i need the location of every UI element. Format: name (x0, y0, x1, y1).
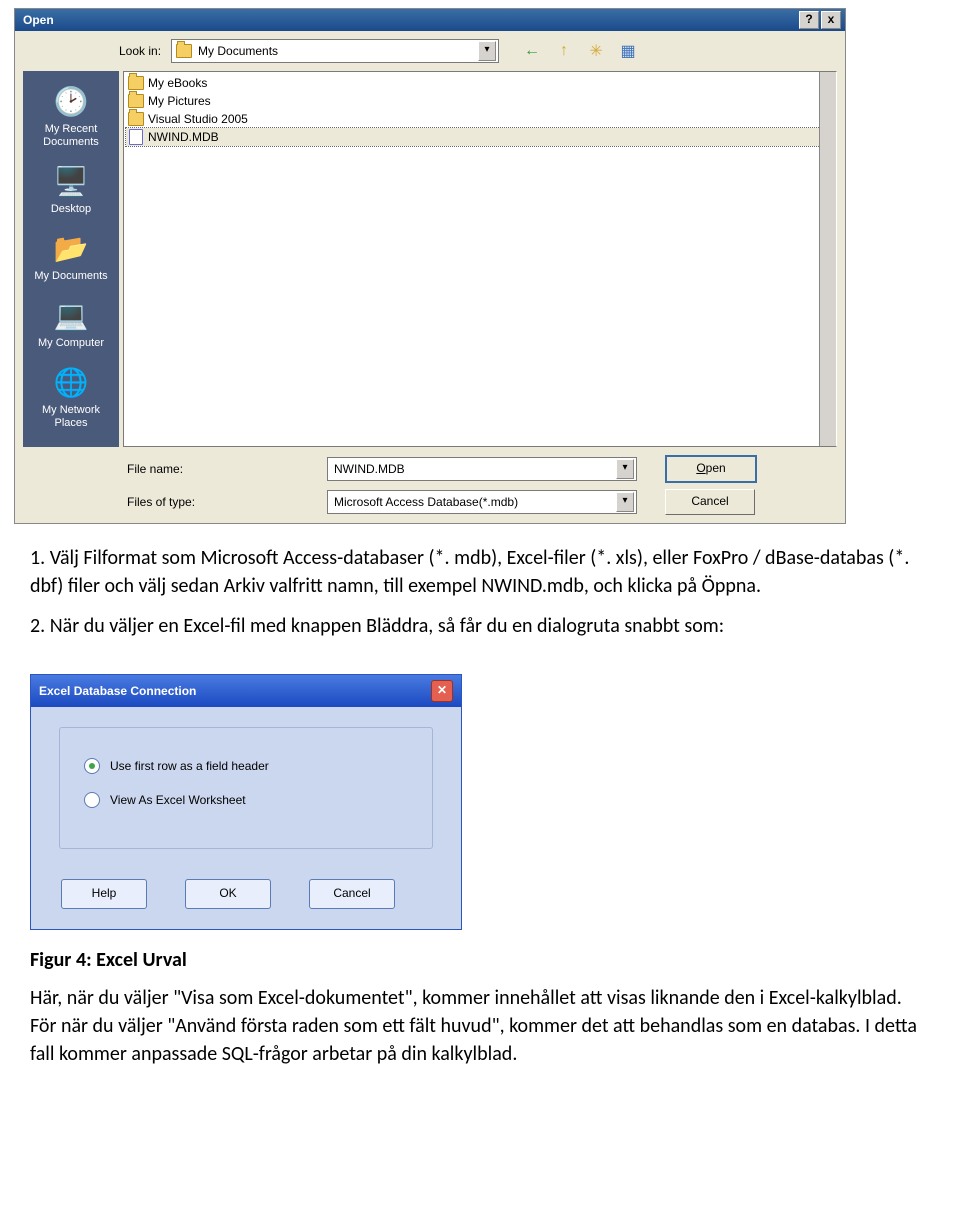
radio-first-row-header[interactable]: Use first row as a field header (84, 758, 408, 774)
titlebar: Excel Database Connection ✕ (31, 675, 461, 707)
recent-icon: 🕑 (51, 83, 91, 119)
close-button[interactable]: x (821, 11, 841, 29)
back-icon[interactable]: ← (521, 40, 543, 62)
radio-dot-icon (84, 792, 100, 808)
file-list[interactable]: My eBooks My Pictures Visual Studio 2005… (123, 71, 837, 447)
titlebar: Open ? x (15, 9, 845, 31)
dialog-title: Open (23, 13, 54, 27)
figure-caption: Figur 4: Excel Urval (30, 946, 930, 974)
documents-icon: 📂 (51, 230, 91, 266)
chevron-down-icon[interactable]: ▾ (478, 41, 496, 61)
excel-db-connection-dialog: Excel Database Connection ✕ Use first ro… (30, 674, 462, 930)
document-body: Figur 4: Excel Urval Här, när du väljer … (0, 946, 960, 1098)
list-item[interactable]: Visual Studio 2005 (126, 110, 834, 128)
radio-dot-icon (84, 758, 100, 774)
place-desktop[interactable]: 🖥️ Desktop (24, 157, 118, 222)
network-icon: 🌐 (51, 364, 91, 400)
list-item-selected[interactable]: NWIND.MDB (126, 128, 834, 146)
radio-label: View As Excel Worksheet (110, 793, 246, 807)
place-label: My Computer (26, 337, 116, 350)
chevron-down-icon[interactable]: ▾ (616, 459, 634, 479)
option-group: Use first row as a field header View As … (59, 727, 433, 849)
cancel-button[interactable]: Cancel (665, 489, 755, 515)
file-name: NWIND.MDB (148, 130, 219, 144)
place-recent[interactable]: 🕑 My Recent Documents (24, 77, 118, 155)
paragraph: 1. Välj Filformat som Microsoft Access-d… (30, 544, 930, 600)
desktop-icon: 🖥️ (51, 163, 91, 199)
look-in-combo[interactable]: My Documents ▾ (171, 39, 499, 63)
folder-icon (128, 111, 144, 127)
place-label: My Recent Documents (26, 123, 116, 149)
radio-view-as-worksheet[interactable]: View As Excel Worksheet (84, 792, 408, 808)
file-name-combo[interactable]: NWIND.MDB ▾ (327, 457, 637, 481)
radio-label: Use first row as a field header (110, 759, 269, 773)
look-in-value: My Documents (198, 44, 278, 58)
folder-icon (128, 93, 144, 109)
folder-icon (176, 44, 192, 58)
file-name-value: NWIND.MDB (334, 462, 405, 476)
places-bar: 🕑 My Recent Documents 🖥️ Desktop 📂 My Do… (23, 71, 119, 447)
paragraph: Här, när du väljer "Visa som Excel-dokum… (30, 984, 930, 1068)
vertical-scrollbar[interactable] (819, 72, 836, 446)
document-body: 1. Välj Filformat som Microsoft Access-d… (0, 544, 960, 670)
ok-button[interactable]: OK (185, 879, 271, 909)
file-name-label: File name: (23, 462, 327, 476)
file-name: Visual Studio 2005 (148, 112, 248, 126)
list-item[interactable]: My Pictures (126, 92, 834, 110)
help-button[interactable]: Help (61, 879, 147, 909)
open-button[interactable]: Open (665, 455, 757, 483)
cancel-button[interactable]: Cancel (309, 879, 395, 909)
help-button[interactable]: ? (799, 11, 819, 29)
look-in-label: Look in: (119, 44, 161, 58)
place-label: My Network Places (26, 404, 116, 430)
place-network[interactable]: 🌐 My Network Places (24, 358, 118, 436)
chevron-down-icon[interactable]: ▾ (616, 492, 634, 512)
computer-icon: 💻 (51, 297, 91, 333)
file-name: My Pictures (148, 94, 211, 108)
close-icon[interactable]: ✕ (431, 680, 453, 702)
place-my-computer[interactable]: 💻 My Computer (24, 291, 118, 356)
list-item[interactable]: My eBooks (126, 74, 834, 92)
paragraph: 2. När du väljer en Excel-fil med knappe… (30, 612, 930, 640)
file-name: My eBooks (148, 76, 207, 90)
open-dialog: Open ? x Look in: My Documents ▾ ← ↑ ✳ ▦ (14, 8, 846, 524)
place-label: Desktop (26, 203, 116, 216)
dialog-title: Excel Database Connection (39, 684, 196, 698)
file-type-value: Microsoft Access Database(*.mdb) (334, 495, 518, 509)
folder-icon (128, 75, 144, 91)
file-type-label: Files of type: (23, 495, 327, 509)
new-folder-icon[interactable]: ✳ (585, 40, 607, 62)
place-label: My Documents (26, 270, 116, 283)
up-one-level-icon[interactable]: ↑ (553, 40, 575, 62)
file-type-combo[interactable]: Microsoft Access Database(*.mdb) ▾ (327, 490, 637, 514)
views-icon[interactable]: ▦ (617, 40, 639, 62)
place-my-documents[interactable]: 📂 My Documents (24, 224, 118, 289)
database-file-icon (128, 129, 144, 145)
